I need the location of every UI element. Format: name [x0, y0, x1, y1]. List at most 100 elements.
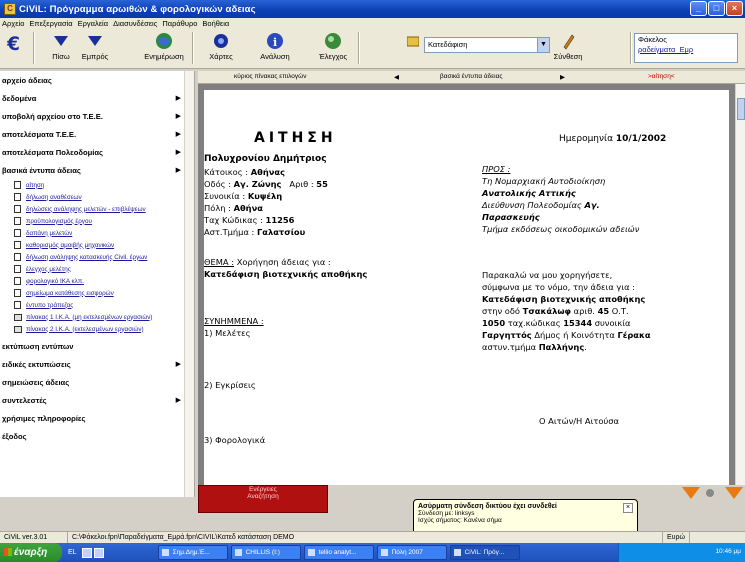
- language-indicator[interactable]: EL: [68, 549, 77, 556]
- taskbar: έναρξη EL Σημ.Δημ.Έ... CHILLIS (I:) tell…: [0, 543, 745, 562]
- sidebar-item-print-forms[interactable]: εκτύπωση εντύπων: [0, 337, 194, 355]
- menu-links[interactable]: Διασυνδέσεις: [113, 19, 157, 28]
- scrollbar-thumb[interactable]: [737, 98, 745, 120]
- menu-help[interactable]: Βοήθεια: [202, 19, 229, 28]
- tab-main-menu[interactable]: κύριος πίνακας επιλογών: [234, 73, 306, 80]
- request-line-6: Γαργηττός Δήμος ή Κοινότητα Γέρακα: [482, 330, 651, 340]
- status-version: CiViL ver.3.01: [0, 532, 68, 543]
- sidebar-scrollbar[interactable]: [184, 71, 194, 497]
- sidebar-subitem[interactable]: έλεγχος μελέτης: [0, 263, 194, 275]
- document-heading: ΑΙΤΗΣΗ: [254, 130, 337, 146]
- svg-text:€: €: [6, 34, 20, 53]
- sidebar-subitem[interactable]: δαπάνη μελετών: [0, 227, 194, 239]
- request-line-5: 1050 ταχ.κώδικας 15344 συνοικία: [482, 318, 631, 328]
- type-select[interactable]: Κατεδάφιση ▼: [424, 37, 550, 53]
- applicant-name: Πολυχρονίου Δημήτριος: [204, 154, 327, 164]
- document-icon: [14, 253, 21, 261]
- taskbar-item[interactable]: Σημ.Δημ.Έ...: [157, 545, 228, 560]
- sidebar-subitem[interactable]: σημείωμα κατάθεσης εισφορών: [0, 287, 194, 299]
- chevron-down-icon[interactable]: ▼: [537, 38, 549, 52]
- maximize-button[interactable]: □: [708, 1, 725, 16]
- document-icon: [14, 205, 21, 213]
- analysis-button[interactable]: i Ανάλυση: [258, 31, 292, 61]
- request-line-2: σύμφωνα με το νόμο, την άδεια για :: [482, 282, 636, 292]
- tab-basic-forms[interactable]: βασικά έντυπα άδειας: [440, 73, 503, 80]
- start-button[interactable]: έναρξη: [0, 543, 62, 562]
- close-icon[interactable]: ×: [623, 503, 633, 513]
- connection-button[interactable]: Σύνθεση: [553, 31, 583, 61]
- actions-button[interactable]: Ενέργειες Αναζήτηση: [198, 485, 328, 513]
- request-line-7: αστυν.τμήμα Παλλήνης.: [482, 342, 587, 352]
- sidebar-subitem[interactable]: έντυπο τράπεζας: [0, 299, 194, 311]
- down-triangle-icon[interactable]: [725, 487, 743, 499]
- forward-button[interactable]: Εμπρός: [78, 31, 112, 61]
- sidebar-subitem[interactable]: δήλωση ανάληψης κατασκευής Civil. έργων: [0, 251, 194, 263]
- chevron-right-icon: ▶: [175, 167, 181, 174]
- sidebar-item-submit-tee[interactable]: υποβολή αρχείου στο Τ.Ε.Ε. ▶: [0, 107, 194, 125]
- folder-value[interactable]: ραδείγματα_Εμρ: [638, 45, 737, 55]
- menu-bar: Αρχείο Επεξεργασία Εργαλεία Διασυνδέσεις…: [0, 18, 745, 29]
- status-path: C:\Φάκελοι.fpn\Παραδείγματα_Εμρά.fpn\CIV…: [68, 532, 663, 543]
- chevron-right-icon: ▶: [175, 113, 181, 120]
- sidebar-subitem[interactable]: δηλώσεις ανάληψης μελετών - επιβλέψεων: [0, 203, 194, 215]
- taskbar-item[interactable]: CHILLIS (I:): [230, 545, 301, 560]
- close-button[interactable]: ×: [726, 1, 743, 16]
- minimize-button[interactable]: _: [690, 1, 707, 16]
- sidebar-subitem[interactable]: πίνακας 1 Ι.Κ.Α. (μη εκτελεσμένων εργασι…: [0, 311, 194, 323]
- folder-field[interactable]: Φάκελος ραδείγματα_Εμρ: [634, 33, 738, 63]
- check-button[interactable]: Έλεγχος: [316, 31, 350, 61]
- chevron-right-icon: ▶: [175, 149, 181, 156]
- to-line-3: Διεύθυνση Πολεοδομίας Αγ.: [482, 200, 600, 210]
- taskbar-item-active[interactable]: CiViL: Πρόγ...: [449, 545, 520, 560]
- down-triangle-icon[interactable]: [682, 487, 700, 499]
- chevron-right-icon: ▶: [175, 361, 181, 368]
- chevron-left-icon[interactable]: ◀: [394, 73, 399, 81]
- menu-tools[interactable]: Εργαλεία: [78, 19, 108, 28]
- sidebar-item-useful-info[interactable]: χρήσιμες πληροφορίες: [0, 409, 194, 427]
- sidebar-subitem[interactable]: φορολογικό ΙΚΑ κλπ.: [0, 275, 194, 287]
- sidebar-item-data[interactable]: δεδομένα ▶: [0, 89, 194, 107]
- app-icon[interactable]: C: [4, 3, 16, 15]
- document-icon: [14, 289, 21, 297]
- menu-edit[interactable]: Επεξεργασία: [29, 19, 72, 28]
- actions-label: Ενέργειες: [249, 486, 277, 493]
- update-button[interactable]: Ενημέρωση: [143, 31, 185, 61]
- sidebar-subitem[interactable]: πίνακας 2 Ι.Κ.Α. (εκτελεσμένων εργασιών): [0, 323, 194, 335]
- chevron-right-icon[interactable]: ▶: [560, 73, 565, 81]
- zip-line: Ταχ Κώδικας : 11256: [204, 215, 295, 225]
- sidebar-subitem[interactable]: προϋπολογισμός έργου: [0, 215, 194, 227]
- document-page: ΑΙΤΗΣΗ Ημερομηνία 10/1/2002 Πολυχρονίου …: [204, 90, 729, 485]
- table-icon: [14, 313, 22, 321]
- back-button[interactable]: Πίσω: [44, 31, 78, 61]
- sidebar-subitem[interactable]: καθορισμός αμοιβής μηχανικών: [0, 239, 194, 251]
- taskbar-item[interactable]: Πόλη 2007: [376, 545, 447, 560]
- toolbar: € Πίσω Εμπρός Ενημέρωση Χάρτες i Ανάλυση…: [0, 29, 745, 69]
- document-icon: [14, 193, 21, 201]
- sidebar-item-results-tee[interactable]: αποτελέσματα Τ.Ε.Ε. ▶: [0, 125, 194, 143]
- request-line-4: στην οδό Τσακάλωφ αριθ. 45 Ο.Τ.: [482, 306, 629, 316]
- district-line: Συνοικία : Κυψέλη: [204, 191, 283, 201]
- document-scrollbar[interactable]: [735, 84, 745, 485]
- sidebar-subitem-application[interactable]: αίτηση: [0, 179, 194, 191]
- sidebar-item-license-notes[interactable]: σημειώσεις άδειας: [0, 373, 194, 391]
- title-bar: C CiViL: Πρόγραμμα αρωιθών & φορολογικών…: [0, 0, 745, 18]
- sidebar-subitem[interactable]: δήλωση αναθέσεων: [0, 191, 194, 203]
- sidebar-item-exit[interactable]: έξοδος: [0, 427, 194, 445]
- quick-launch-icon[interactable]: [93, 547, 104, 558]
- tab-application[interactable]: >αίτηση<: [648, 73, 675, 80]
- menu-window[interactable]: Παράθυρο: [162, 19, 197, 28]
- quick-launch-icon[interactable]: [81, 547, 92, 558]
- menu-file[interactable]: Αρχείο: [2, 19, 24, 28]
- sidebar-item-results-planning[interactable]: αποτελέσματα Πολεοδομίας ▶: [0, 143, 194, 161]
- maps-button[interactable]: Χάρτες: [205, 31, 237, 61]
- attachment-1: 1) Μελέτες: [204, 328, 251, 338]
- sidebar-item-coefficients[interactable]: συντελεστές ▶: [0, 391, 194, 409]
- clock[interactable]: 10:46 μμ: [715, 548, 741, 555]
- taskbar-item[interactable]: tellio analyt...: [303, 545, 374, 560]
- sidebar-item-basic-forms[interactable]: βασικά έντυπα άδειας ▶: [0, 161, 194, 179]
- sidebar-item-license-file[interactable]: αρχείο άδειας: [0, 71, 194, 89]
- gear-icon[interactable]: [706, 489, 714, 497]
- sidebar-item-special-prints[interactable]: ειδικές εκτυπώσεις ▶: [0, 355, 194, 373]
- document-icon: [14, 277, 21, 285]
- date-line: Ημερομηνία 10/1/2002: [559, 134, 667, 144]
